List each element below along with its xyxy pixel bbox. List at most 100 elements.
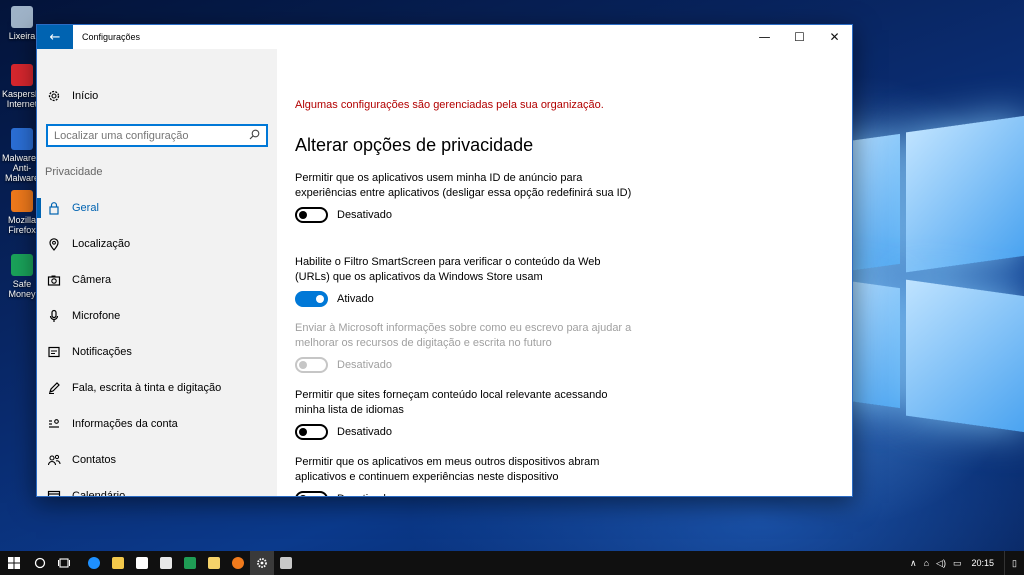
nav-list: Geral Localização Câmera Microfone Notificaç… <box>37 190 277 497</box>
contacts-icon <box>47 453 61 467</box>
excel-icon[interactable] <box>178 551 202 575</box>
setting-description: Permitir que os aplicativos usem minha I… <box>295 172 632 199</box>
toggle-row: Ativado <box>295 291 635 307</box>
window-controls: — ☐ ✕ <box>747 25 852 49</box>
toggle-state-label: Desativado <box>337 426 393 438</box>
toggle-row: Desativado <box>295 207 635 223</box>
sidebar-item-contacts[interactable]: Contatos <box>37 442 277 478</box>
setting-description: Permitir que sites forneçam conteúdo loc… <box>295 389 608 416</box>
back-arrow-icon[interactable]: ← <box>37 25 73 49</box>
privacy-setting: Enviar à Microsoft informações sobre com… <box>295 321 635 373</box>
start-windows-icon[interactable] <box>0 551 28 575</box>
privacy-setting: Permitir que os aplicativos usem minha I… <box>295 171 635 223</box>
gear-icon <box>47 89 61 103</box>
clock[interactable]: 20:15 <box>971 558 994 568</box>
section-label: Privacidade <box>45 166 103 178</box>
pen-icon <box>47 381 61 395</box>
toggle-state-label: Desativado <box>337 493 392 496</box>
search-icon[interactable] <box>249 129 260 143</box>
notepad-icon[interactable] <box>202 551 226 575</box>
settings-gear-icon[interactable] <box>250 551 274 575</box>
malwarebytes-icon <box>11 128 33 150</box>
search-box[interactable] <box>46 124 268 147</box>
sidebar: Início Privacidade Geral Localização Câmer… <box>37 49 277 497</box>
lock-icon <box>47 201 61 215</box>
network-icon[interactable]: ⌂ <box>924 558 929 568</box>
recycle-bin-icon <box>11 6 33 28</box>
toggle-knob <box>299 428 307 436</box>
taskbar: ∧ ⌂ ◁) ▭ 20:15 ▯ <box>0 551 1024 575</box>
sidebar-item-microphone[interactable]: Microfone <box>37 298 277 334</box>
sidebar-item-calendar[interactable]: Calendário <box>37 478 277 497</box>
firefox-icon[interactable] <box>226 551 250 575</box>
calendar-icon <box>47 489 61 496</box>
sidebar-item-camera[interactable]: Câmera <box>37 262 277 298</box>
nav-home[interactable]: Início <box>47 89 98 103</box>
toggle-row: Desativado <box>295 357 635 373</box>
sidebar-item-label: Contatos <box>72 454 117 466</box>
language-icon[interactable]: ▭ <box>953 558 962 569</box>
sidebar-item-label: Localização <box>72 238 131 250</box>
sidebar-item-label: Microfone <box>72 310 121 322</box>
page-title: Alterar opções de privacidade <box>295 135 534 155</box>
search-input[interactable] <box>54 129 249 142</box>
safe-money-icon <box>11 254 33 276</box>
close-button[interactable]: ✕ <box>817 25 852 49</box>
minimize-button[interactable]: — <box>747 25 782 49</box>
main-content: Algumas configurações são gerenciadas pe… <box>295 49 835 496</box>
toggle-switch <box>295 357 328 373</box>
toggle-knob <box>299 211 307 219</box>
task-view-icon[interactable] <box>52 551 76 575</box>
privacy-setting: Habilite o Filtro SmartScreen para verif… <box>295 255 635 307</box>
toggle-row: Desativado <box>295 424 635 440</box>
toggle-switch[interactable] <box>295 491 328 496</box>
sidebar-item-pen[interactable]: Fala, escrita à tinta e digitação <box>37 370 277 406</box>
setting-description: Habilite o Filtro SmartScreen para verif… <box>295 256 601 283</box>
location-icon <box>47 237 61 251</box>
sidebar-item-label: Calendário <box>72 490 126 497</box>
volume-icon[interactable]: ◁) <box>936 558 946 569</box>
sidebar-item-account-info[interactable]: Informações da conta <box>37 406 277 442</box>
sidebar-item-label: Geral <box>72 202 99 214</box>
toggle-state-label: Ativado <box>337 293 374 305</box>
settings-window: ← Configurações — ☐ ✕ Início Privacidade… <box>36 24 853 497</box>
sidebar-item-label: Informações da conta <box>72 418 178 430</box>
setting-description: Permitir que os aplicativos em meus outr… <box>295 456 600 483</box>
toggle-switch[interactable] <box>295 424 328 440</box>
toggle-row: Desativado <box>295 491 635 496</box>
maximize-button[interactable]: ☐ <box>782 25 817 49</box>
notification-center-icon[interactable]: ▯ <box>1004 551 1024 575</box>
microphone-icon <box>47 309 61 323</box>
privacy-setting: Permitir que os aplicativos em meus outr… <box>295 455 635 496</box>
sidebar-item-location[interactable]: Localização <box>37 226 277 262</box>
nav-home-label: Início <box>72 90 99 102</box>
camera-icon <box>47 273 61 287</box>
window-title: Configurações <box>82 32 141 42</box>
notification-icon <box>47 345 61 359</box>
account-info-icon <box>47 417 61 431</box>
file-explorer-icon[interactable] <box>106 551 130 575</box>
tray-chevron-icon[interactable]: ∧ <box>910 558 917 569</box>
toggle-state-label: Desativado <box>337 359 393 371</box>
toggle-state-label: Desativado <box>337 209 393 221</box>
toggle-switch[interactable] <box>295 207 328 223</box>
org-managed-message: Algumas configurações são gerenciadas pe… <box>295 99 604 111</box>
toggle-knob <box>299 495 307 496</box>
sidebar-item-notification[interactable]: Notificações <box>37 334 277 370</box>
store-icon[interactable] <box>130 551 154 575</box>
paint-icon[interactable] <box>274 551 298 575</box>
firefox-icon <box>11 190 33 212</box>
setting-description: Enviar à Microsoft informações sobre com… <box>295 322 632 349</box>
sidebar-item-lock[interactable]: Geral <box>37 190 277 226</box>
edge-icon[interactable] <box>82 551 106 575</box>
title-bar: ← Configurações — ☐ ✕ <box>37 25 852 49</box>
toggle-knob <box>299 361 307 369</box>
sidebar-item-label: Fala, escrita à tinta e digitação <box>72 382 222 394</box>
toggle-switch[interactable] <box>295 291 328 307</box>
sidebar-item-label: Notificações <box>72 346 132 358</box>
toggle-knob <box>316 295 324 303</box>
document-icon[interactable] <box>154 551 178 575</box>
cortana-search-icon[interactable] <box>28 551 52 575</box>
system-tray: ∧ ⌂ ◁) ▭ 20:15 ▯ <box>903 551 1024 575</box>
kaspersky-icon <box>11 64 33 86</box>
